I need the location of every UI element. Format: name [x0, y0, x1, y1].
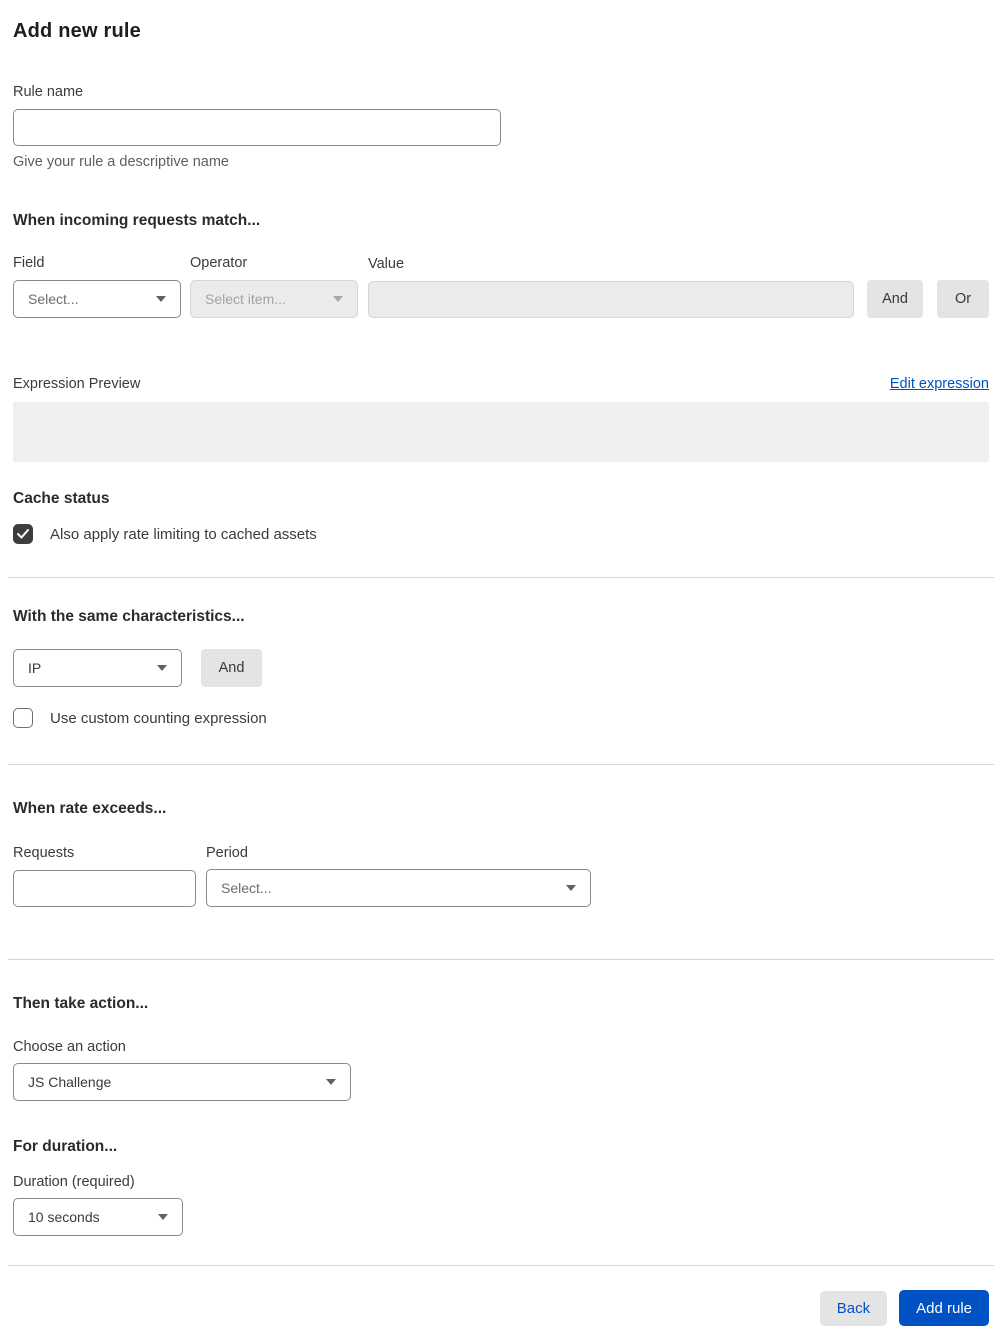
- edit-expression-link[interactable]: Edit expression: [890, 376, 989, 392]
- duration-label: Duration (required): [13, 1174, 135, 1190]
- divider: [8, 959, 994, 960]
- characteristics-heading: With the same characteristics...: [13, 608, 245, 625]
- cached-assets-label: Also apply rate limiting to cached asset…: [50, 525, 317, 543]
- action-label: Choose an action: [13, 1039, 126, 1055]
- page-title: Add new rule: [13, 20, 141, 42]
- add-characteristic-button[interactable]: And: [201, 649, 262, 687]
- value-label: Value: [368, 256, 405, 272]
- action-select-value: JS Challenge: [28, 1074, 112, 1090]
- footer-actions: Back Add rule: [13, 1290, 989, 1326]
- rule-name-helper: Give your rule a descriptive name: [13, 154, 229, 170]
- chevron-down-icon: [326, 1079, 336, 1085]
- chevron-down-icon: [566, 885, 576, 891]
- period-select[interactable]: Select...: [206, 869, 591, 907]
- rule-name-input[interactable]: [13, 109, 501, 146]
- characteristics-row: IP And: [13, 649, 989, 687]
- duration-select-value: 10 seconds: [28, 1209, 100, 1225]
- operator-label: Operator: [190, 255, 248, 271]
- match-criteria-row: Field Select... Operator Select item... …: [13, 255, 989, 318]
- chevron-down-icon: [156, 296, 166, 302]
- rate-heading: When rate exceeds...: [13, 800, 167, 817]
- expression-preview-label: Expression Preview: [13, 376, 141, 392]
- divider: [8, 1265, 994, 1266]
- period-select-value: Select...: [221, 880, 272, 896]
- rate-labels-row: Requests Period: [13, 845, 989, 861]
- add-rule-button[interactable]: Add rule: [899, 1290, 989, 1326]
- field-label: Field: [13, 255, 45, 271]
- action-heading: Then take action...: [13, 995, 149, 1012]
- divider: [8, 577, 994, 578]
- period-label: Period: [206, 845, 248, 861]
- requests-input[interactable]: [13, 870, 196, 907]
- add-rule-form: Add new rule Rule name Give your rule a …: [0, 0, 1002, 1339]
- operator-select-value: Select item...: [205, 291, 286, 307]
- duration-select[interactable]: 10 seconds: [13, 1198, 183, 1236]
- divider: [8, 764, 994, 765]
- characteristic-select-value: IP: [28, 660, 42, 676]
- and-condition-button[interactable]: And: [867, 280, 923, 318]
- duration-heading: For duration...: [13, 1138, 118, 1155]
- characteristic-select[interactable]: IP: [13, 649, 182, 687]
- cached-assets-checkbox[interactable]: [13, 524, 33, 544]
- cached-assets-checkbox-row: Also apply rate limiting to cached asset…: [13, 524, 989, 544]
- field-select[interactable]: Select...: [13, 280, 181, 318]
- expression-preview-box: [13, 402, 989, 462]
- match-section-heading: When incoming requests match...: [13, 212, 261, 229]
- chevron-down-icon: [157, 665, 167, 671]
- or-condition-button[interactable]: Or: [937, 280, 989, 318]
- requests-label: Requests: [13, 845, 75, 861]
- chevron-down-icon: [333, 296, 343, 302]
- custom-counting-checkbox-row: Use custom counting expression: [13, 708, 989, 728]
- operator-select[interactable]: Select item...: [190, 280, 358, 318]
- action-select[interactable]: JS Challenge: [13, 1063, 351, 1101]
- value-input[interactable]: [368, 281, 854, 318]
- chevron-down-icon: [158, 1214, 168, 1220]
- custom-counting-checkbox[interactable]: [13, 708, 33, 728]
- custom-counting-label: Use custom counting expression: [50, 709, 267, 727]
- cache-status-heading: Cache status: [13, 490, 110, 507]
- rule-name-label: Rule name: [13, 84, 84, 100]
- rate-inputs-row: Select...: [13, 869, 989, 907]
- expression-preview-header: Expression Preview Edit expression: [13, 376, 989, 392]
- back-button[interactable]: Back: [819, 1290, 888, 1326]
- checkmark-icon: [17, 529, 29, 539]
- field-select-value: Select...: [28, 291, 79, 307]
